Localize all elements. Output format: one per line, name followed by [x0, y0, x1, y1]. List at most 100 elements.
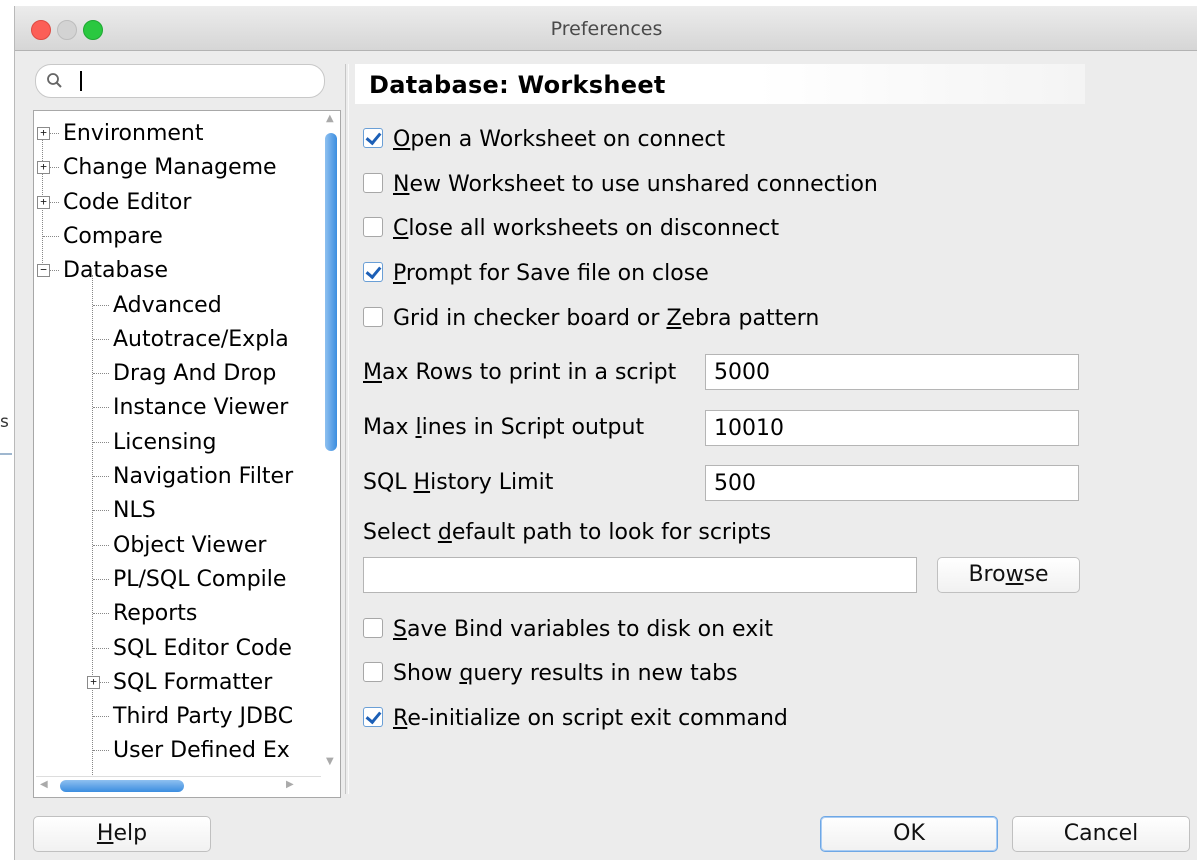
tree-item-label: Instance Viewer — [113, 395, 289, 421]
tree-connector — [93, 407, 109, 409]
tree-vertical-scrollbar[interactable]: ▲ ▼ — [324, 113, 338, 767]
checkbox-label-pre: Show — [393, 661, 460, 686]
checkbox-unchecked[interactable] — [363, 173, 383, 193]
checkbox-label-post: ew Worksheet to use unshared connection — [409, 172, 878, 197]
checkbox-option[interactable]: Open a Worksheet on connect — [363, 125, 725, 155]
horizontal-scroll-thumb[interactable] — [60, 780, 184, 792]
checkbox-label-pre: Grid in checker board or — [393, 306, 667, 331]
tree-connector — [93, 750, 109, 752]
tree-item-label: Third Party JDBC — [113, 704, 294, 730]
checkbox-checked[interactable] — [363, 262, 383, 282]
checkbox-label-mnemonic: P — [393, 261, 406, 286]
preferences-window: Preferences + Environment + Change Manageme… — [14, 6, 1197, 860]
checkbox-option[interactable]: New Worksheet to use unshared connection — [363, 170, 878, 200]
search-field[interactable] — [35, 64, 325, 98]
tree-item-label: Compare — [63, 223, 163, 249]
tree-connector — [93, 441, 109, 443]
checkbox-option[interactable]: Re-initialize on script exit command — [363, 704, 788, 734]
checkbox-label-post: uery results in new tabs — [473, 661, 738, 686]
checkbox-option[interactable]: Save Bind variables to disk on exit — [363, 615, 773, 645]
ok-button[interactable]: OK — [820, 816, 998, 852]
checkbox-label-mnemonic: C — [393, 216, 409, 241]
scroll-down-arrow[interactable]: ▼ — [326, 756, 334, 767]
cancel-button[interactable]: Cancel — [1012, 816, 1190, 852]
script-path-input[interactable] — [363, 557, 917, 593]
checkbox-label-post: e-initialize on script exit command — [407, 706, 788, 731]
collapse-icon[interactable]: − — [37, 264, 50, 278]
tree-connector — [93, 510, 109, 512]
tree-item-label: NLS — [113, 498, 156, 524]
tree-item-label: PL/SQL Compile — [113, 566, 287, 592]
tree-item-label: Object Viewer — [113, 532, 267, 558]
help-button[interactable]: Help — [33, 816, 211, 852]
checkbox-label-post: lose all worksheets on disconnect — [408, 216, 780, 241]
browse-button[interactable]: Browse — [937, 557, 1080, 593]
split-pane-divider[interactable] — [345, 64, 349, 794]
checkbox-label-mnemonic: N — [393, 172, 410, 197]
tree-connector — [50, 201, 59, 203]
tree-item-label: SQL Editor Code — [113, 635, 292, 661]
tree-item-label: SQL Formatter — [113, 669, 273, 695]
checkbox-label-post: ave Bind variables to disk on exit — [406, 617, 773, 642]
preferences-tree[interactable]: + Environment + Change Manageme + Code Editor… — [33, 110, 341, 798]
expand-icon[interactable]: + — [37, 161, 50, 175]
vertical-scroll-thumb[interactable] — [325, 133, 337, 451]
tree-connector — [93, 476, 109, 477]
scroll-right-arrow[interactable]: ▶ — [286, 779, 294, 790]
tree-item-label: Navigation Filter — [113, 464, 294, 489]
checkbox-option[interactable]: Close all worksheets on disconnect — [363, 214, 779, 244]
tree-connector — [93, 647, 109, 649]
tree-item-label: Database — [63, 258, 168, 284]
checkbox-label-mnemonic: O — [393, 127, 411, 152]
expand-icon[interactable]: + — [37, 127, 50, 140]
expand-icon[interactable]: + — [87, 675, 100, 689]
tree-connector — [50, 167, 59, 169]
checkbox-option[interactable]: Show query results in new tabs — [363, 659, 738, 689]
background-window-edge — [0, 453, 12, 455]
tree-connector — [43, 235, 59, 237]
checkbox-unchecked[interactable] — [363, 307, 383, 327]
title-bar[interactable]: Preferences — [15, 6, 1197, 51]
script-path-label: Select default path to look for scripts — [363, 520, 772, 545]
tree-guide-line — [92, 275, 93, 775]
checkbox-option[interactable]: Grid in checker board or Zebra pattern — [363, 304, 819, 334]
checkbox-unchecked[interactable] — [363, 618, 383, 638]
checkbox-label-mnemonic: Z — [666, 306, 682, 331]
checkbox-label-mnemonic: R — [393, 706, 408, 731]
scroll-left-arrow[interactable]: ◀ — [40, 779, 48, 790]
tree-horizontal-scrollbar[interactable]: ◀ ▶ — [36, 776, 321, 795]
text-cursor — [80, 71, 82, 91]
tree-connector — [93, 373, 109, 375]
checkbox-unchecked[interactable] — [363, 217, 383, 237]
expand-icon[interactable]: + — [37, 195, 50, 209]
tree-connector — [93, 613, 109, 615]
tree-item-label: Environment — [63, 121, 204, 146]
checkbox-label-mnemonic: q — [459, 661, 474, 686]
checkbox-label-post: ebra pattern — [681, 306, 820, 331]
history-limit-input[interactable] — [705, 465, 1079, 501]
checkbox-checked[interactable] — [363, 128, 383, 148]
checkbox-label-post: rompt for Save file on close — [405, 261, 709, 286]
checkbox-label-post: pen a Worksheet on connect — [410, 127, 726, 152]
tree-connector — [93, 578, 109, 580]
tree-connector — [50, 270, 59, 272]
checkbox-unchecked[interactable] — [363, 662, 383, 682]
max-lines-label: Max lines in Script output — [363, 415, 645, 440]
max-lines-input[interactable] — [705, 410, 1079, 446]
tree-item-label: Change Manageme — [63, 155, 277, 181]
tree-item-label: Code Editor — [63, 189, 192, 215]
max-rows-input[interactable] — [705, 354, 1079, 390]
tree-item-label: Licensing — [113, 429, 217, 455]
checkbox-label-mnemonic: S — [393, 617, 407, 642]
tree-item-label: User Defined Ex — [113, 738, 290, 764]
scroll-up-arrow[interactable]: ▲ — [326, 113, 334, 124]
background-window-text: s — [0, 412, 9, 432]
window-title: Preferences — [550, 18, 663, 40]
tree-connector — [50, 133, 59, 134]
tree-item-label: Advanced — [113, 292, 222, 318]
tree-connector — [93, 338, 109, 340]
checkbox-option[interactable]: Prompt for Save file on close — [363, 259, 709, 289]
tree-connector — [100, 681, 109, 683]
panel-header: Database: Worksheet — [355, 64, 1085, 104]
checkbox-checked[interactable] — [363, 707, 383, 727]
